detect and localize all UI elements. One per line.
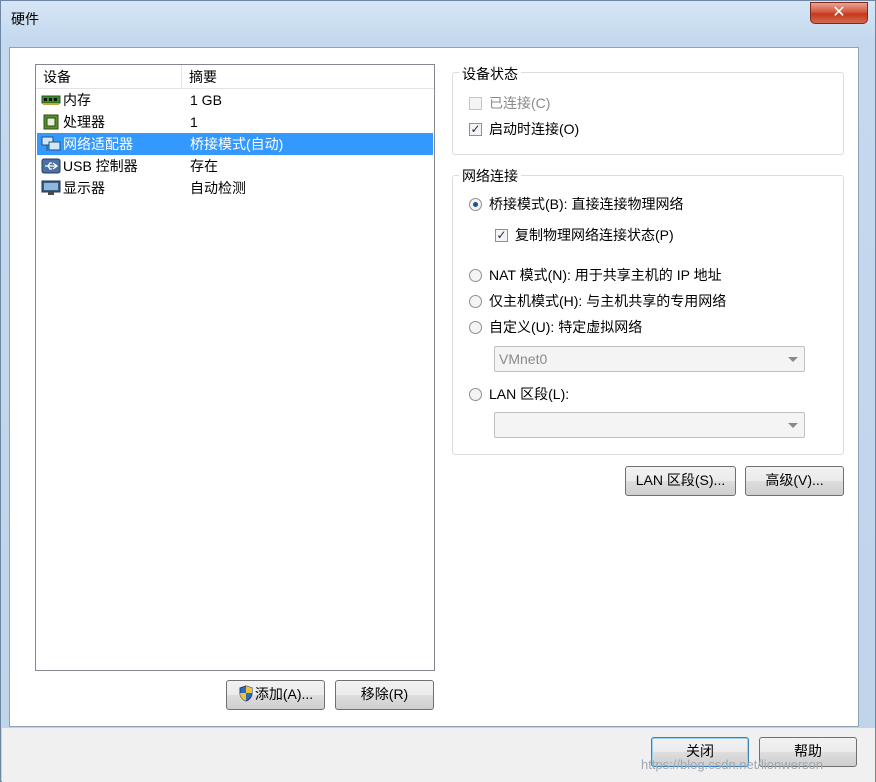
device-summary: 桥接模式(自动): [190, 136, 284, 152]
connect-at-power-on-checkbox[interactable]: ✓ 启动时连接(O): [469, 119, 579, 139]
lan-segments-button[interactable]: LAN 区段(S)...: [625, 466, 736, 496]
device-summary: 自动检测: [190, 180, 246, 196]
hardware-dialog: 硬件 ✕ 设备 摘要 内存 1 GB 处理器 1 网络适配器 桥接模式(自动) …: [0, 0, 876, 782]
device-row-usb-controller[interactable]: USB 控制器 存在: [37, 155, 433, 177]
device-name: 显示器: [63, 180, 105, 196]
lan-segment-select[interactable]: [494, 412, 805, 438]
checkmark-icon: ✓: [469, 121, 482, 136]
lan-segment-label: LAN 区段(L):: [489, 386, 570, 402]
radio-icon: [469, 387, 482, 401]
network-adapter-icon: [41, 136, 61, 152]
dropdown-arrow-icon: [788, 357, 798, 362]
device-row-display[interactable]: 显示器 自动检测: [37, 177, 433, 199]
radio-icon: [469, 268, 482, 282]
device-summary: 1: [190, 114, 198, 130]
replicate-state-checkbox[interactable]: ✓ 复制物理网络连接状态(P): [495, 225, 674, 245]
add-button-label: 添加(A)...: [254, 686, 314, 702]
add-device-button[interactable]: 添加(A)...: [226, 680, 325, 710]
display-icon: [41, 180, 61, 196]
device-summary: 1 GB: [190, 92, 222, 108]
device-name: 处理器: [63, 114, 105, 130]
connect-at-power-on-label: 启动时连接(O): [489, 121, 580, 137]
device-summary: 存在: [190, 158, 218, 174]
processor-icon: [41, 114, 61, 130]
device-row-processor[interactable]: 处理器 1: [37, 111, 433, 133]
watermark-text: https://blog.csdn.net/lionwerson: [641, 757, 824, 772]
custom-network-radio[interactable]: 自定义(U): 特定虚拟网络: [469, 317, 642, 337]
device-name: 内存: [63, 92, 91, 108]
radio-icon: [469, 320, 482, 334]
nat-mode-radio[interactable]: NAT 模式(N): 用于共享主机的 IP 地址: [469, 265, 722, 285]
connected-checkbox[interactable]: 已连接(C): [469, 93, 550, 113]
checkbox-box: [469, 96, 482, 110]
device-list-header: 设备 摘要: [36, 65, 434, 89]
device-status-title: 设备状态: [459, 64, 521, 84]
remove-device-button[interactable]: 移除(R): [335, 680, 434, 710]
memory-icon: [41, 92, 61, 108]
lan-segment-radio[interactable]: LAN 区段(L):: [469, 384, 569, 404]
host-only-radio[interactable]: 仅主机模式(H): 与主机共享的专用网络: [469, 291, 726, 311]
device-name: USB 控制器: [63, 158, 138, 174]
network-connection-title: 网络连接: [459, 166, 521, 186]
device-status-group: [452, 72, 844, 155]
window-close-button[interactable]: ✕: [810, 2, 868, 24]
device-list[interactable]: 设备 摘要 内存 1 GB 处理器 1 网络适配器 桥接模式(自动) USB 控…: [35, 64, 435, 671]
host-only-label: 仅主机模式(H): 与主机共享的专用网络: [489, 293, 727, 309]
checkmark-icon: ✓: [495, 227, 508, 242]
window-title: 硬件: [11, 11, 39, 27]
usb-icon: [41, 158, 61, 174]
replicate-state-label: 复制物理网络连接状态(P): [515, 227, 674, 243]
bridged-mode-label: 桥接模式(B): 直接连接物理网络: [489, 196, 684, 212]
custom-network-select[interactable]: VMnet0: [494, 346, 805, 372]
advanced-button[interactable]: 高级(V)...: [745, 466, 844, 496]
device-name: 网络适配器: [63, 136, 133, 152]
device-column-header[interactable]: 设备: [36, 65, 182, 88]
device-row-memory[interactable]: 内存 1 GB: [37, 89, 433, 111]
bridged-mode-radio[interactable]: 桥接模式(B): 直接连接物理网络: [469, 194, 683, 214]
shield-icon: [238, 684, 254, 711]
close-icon: ✕: [832, 4, 846, 21]
summary-column-header[interactable]: 摘要: [182, 65, 217, 88]
connected-label: 已连接(C): [489, 95, 551, 111]
device-row-network-adapter[interactable]: 网络适配器 桥接模式(自动): [37, 133, 433, 155]
dialog-content: 设备 摘要 内存 1 GB 处理器 1 网络适配器 桥接模式(自动) USB 控…: [9, 47, 859, 727]
nat-mode-label: NAT 模式(N): 用于共享主机的 IP 地址: [489, 267, 722, 283]
custom-network-label: 自定义(U): 特定虚拟网络: [489, 319, 643, 335]
radio-selected-icon: [469, 197, 482, 211]
dropdown-arrow-icon: [788, 423, 798, 428]
custom-network-value: VMnet0: [499, 351, 548, 367]
radio-icon: [469, 294, 482, 308]
